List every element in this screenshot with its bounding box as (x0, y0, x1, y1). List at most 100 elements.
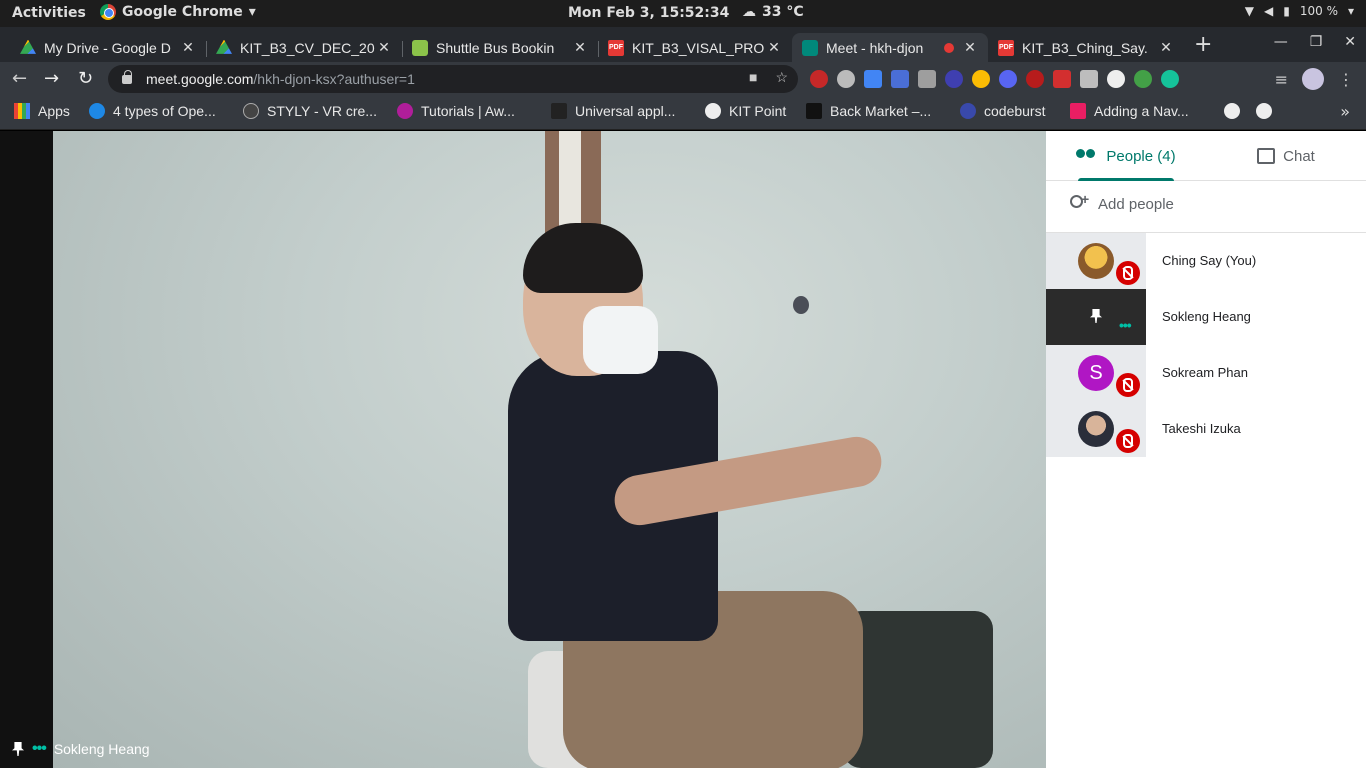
extension-icon[interactable] (945, 70, 963, 88)
drive-icon (216, 39, 232, 54)
more-bookmarks-icon[interactable]: » (1340, 102, 1350, 121)
tab-chat[interactable]: Chat (1206, 131, 1366, 181)
bookmark-item[interactable] (1256, 103, 1272, 119)
bookmark-icon (243, 103, 259, 119)
participant-row[interactable]: ••• Sokleng Heang (1046, 289, 1366, 345)
participant-row[interactable]: Takeshi Izuka (1046, 401, 1366, 457)
app-name: Google Chrome (122, 4, 243, 20)
system-tray[interactable]: ▼ ◀ ▮ 100 % ▾ (1245, 4, 1354, 18)
new-tab-button[interactable]: + (1194, 32, 1212, 57)
close-window-icon[interactable]: ✕ (1344, 34, 1356, 50)
bookmark-item[interactable]: Adding a Nav... (1070, 103, 1189, 119)
tab-shuttle-bus[interactable]: Shuttle Bus Bookin ✕ (402, 33, 598, 62)
browser-toolbar: ← → ↻ meet.google.com /hkh-djon-ksx?auth… (0, 62, 1366, 96)
bookmark-item[interactable] (1224, 103, 1240, 119)
bookmark-item[interactable]: STYLY - VR cre... (243, 103, 377, 119)
extension-icon[interactable] (972, 70, 990, 88)
chevron-down-icon: ▾ (248, 4, 256, 20)
tab-kit-ching-say[interactable]: PDF KIT_B3_Ching_Say. ✕ (988, 33, 1184, 62)
system-top-bar: Activities Google Chrome ▾ Mon Feb 3, 15… (0, 0, 1366, 27)
extension-icon[interactable] (1026, 70, 1044, 88)
clock[interactable]: Mon Feb 3, 15:52:34 (568, 5, 729, 21)
bookmark-item[interactable]: Back Market –... (806, 103, 931, 119)
discord-icon[interactable] (999, 70, 1017, 88)
extension-icon[interactable] (1107, 70, 1125, 88)
bookmark-label: Universal appl... (575, 103, 676, 119)
screenshot-icon[interactable] (1080, 70, 1098, 88)
calendar-icon[interactable] (891, 70, 909, 88)
battery-icon: ▮ (1283, 4, 1290, 18)
bookmark-icon (960, 103, 976, 119)
tab-meet[interactable]: Meet - hkh-djon ✕ (792, 33, 988, 62)
participant-thumbnail: ••• (1046, 289, 1146, 345)
camera-icon[interactable]: ■ (749, 69, 757, 86)
pin-icon[interactable] (1090, 309, 1102, 323)
add-people-button[interactable]: Add people (1070, 191, 1174, 213)
participant-thumbnail (1046, 233, 1146, 289)
activities-button[interactable]: Activities (12, 5, 86, 21)
participant-video[interactable] (53, 131, 1046, 768)
back-icon[interactable]: ← (12, 68, 27, 89)
tab-strip: My Drive - Google D ✕ KIT_B3_CV_DEC_20 ✕… (0, 27, 1366, 62)
panel-tabs: People (4) Chat (1046, 131, 1366, 181)
restore-icon[interactable]: ❐ (1310, 34, 1323, 50)
extension-icon[interactable] (810, 70, 828, 88)
participant-thumbnail (1046, 401, 1146, 457)
tab-label: Meet - hkh-djon (826, 39, 924, 56)
speaker-name: Sokleng Heang (53, 741, 150, 757)
globe-icon (1224, 103, 1240, 119)
tab-kit-visal[interactable]: PDF KIT_B3_VISAL_PRO ✕ (598, 33, 792, 62)
participant-name: Ching Say (You) (1162, 253, 1257, 268)
close-icon[interactable]: ✕ (766, 39, 782, 56)
participant-row[interactable]: Ching Say (You) (1046, 233, 1366, 289)
close-icon[interactable]: ✕ (962, 39, 978, 56)
close-icon[interactable]: ✕ (180, 39, 196, 56)
tab-kit-cv[interactable]: KIT_B3_CV_DEC_20 ✕ (206, 33, 402, 62)
bus-icon (412, 39, 428, 56)
minimize-icon[interactable]: — (1274, 34, 1288, 50)
bookmark-item[interactable]: KIT Point (705, 103, 786, 119)
bookmark-item[interactable]: 4 types of Ope... (89, 103, 216, 119)
battery-level: 100 % (1299, 4, 1338, 18)
app-menu[interactable]: Google Chrome ▾ (100, 4, 256, 20)
mic-off-icon (1116, 429, 1140, 453)
reload-icon[interactable]: ↻ (78, 68, 93, 89)
participant-name: Sokleng Heang (1162, 309, 1251, 324)
bookmark-item[interactable]: Universal appl... (551, 103, 675, 119)
forward-icon[interactable]: → (44, 68, 59, 89)
tab-people[interactable]: People (4) (1046, 131, 1206, 181)
bookmark-item[interactable]: Tutorials | Aw... (397, 103, 515, 119)
bookmark-item[interactable]: codeburst (960, 103, 1045, 119)
address-bar[interactable]: meet.google.com /hkh-djon-ksx?authuser=1… (108, 65, 798, 93)
close-icon[interactable]: ✕ (572, 39, 588, 56)
close-icon[interactable]: ✕ (376, 39, 392, 56)
pin-icon[interactable] (12, 742, 24, 756)
translate-icon[interactable] (864, 70, 882, 88)
bookmark-label: codeburst (984, 103, 1046, 119)
close-icon[interactable]: ✕ (1158, 39, 1174, 56)
menu-icon[interactable]: ⋮ (1338, 70, 1354, 89)
star-icon[interactable]: ☆ (775, 69, 788, 86)
main-stage: ••• Sokleng Heang (0, 131, 1046, 768)
profile-avatar[interactable] (1302, 68, 1324, 90)
tab-my-drive[interactable]: My Drive - Google D ✕ (10, 33, 206, 62)
people-panel: People (4) Chat Add people Ching Say (Yo… (1046, 131, 1366, 768)
lock-icon[interactable] (122, 69, 132, 84)
weather-indicator[interactable]: ☁ 33 °C (742, 4, 804, 20)
extension-icon[interactable] (837, 70, 855, 88)
meet-icon (802, 39, 818, 56)
bookmarks-bar: Apps 4 types of Ope... STYLY - VR cre...… (0, 96, 1366, 130)
extension-icon[interactable] (1053, 70, 1071, 88)
chrome-icon (100, 4, 116, 20)
extension-icon[interactable] (1134, 70, 1152, 88)
mail-icon[interactable] (918, 70, 936, 88)
participant-row[interactable]: S Sokream Phan (1046, 345, 1366, 401)
tab-label: Chat (1283, 147, 1315, 165)
bookmark-icon (1070, 103, 1086, 119)
media-icon[interactable]: ≡ (1275, 70, 1288, 89)
person-hair (523, 223, 643, 293)
avatar (1078, 243, 1114, 279)
grammarly-icon[interactable] (1161, 70, 1179, 88)
bookmark-apps[interactable]: Apps (14, 103, 70, 119)
participant-thumbnail: S (1046, 345, 1146, 401)
